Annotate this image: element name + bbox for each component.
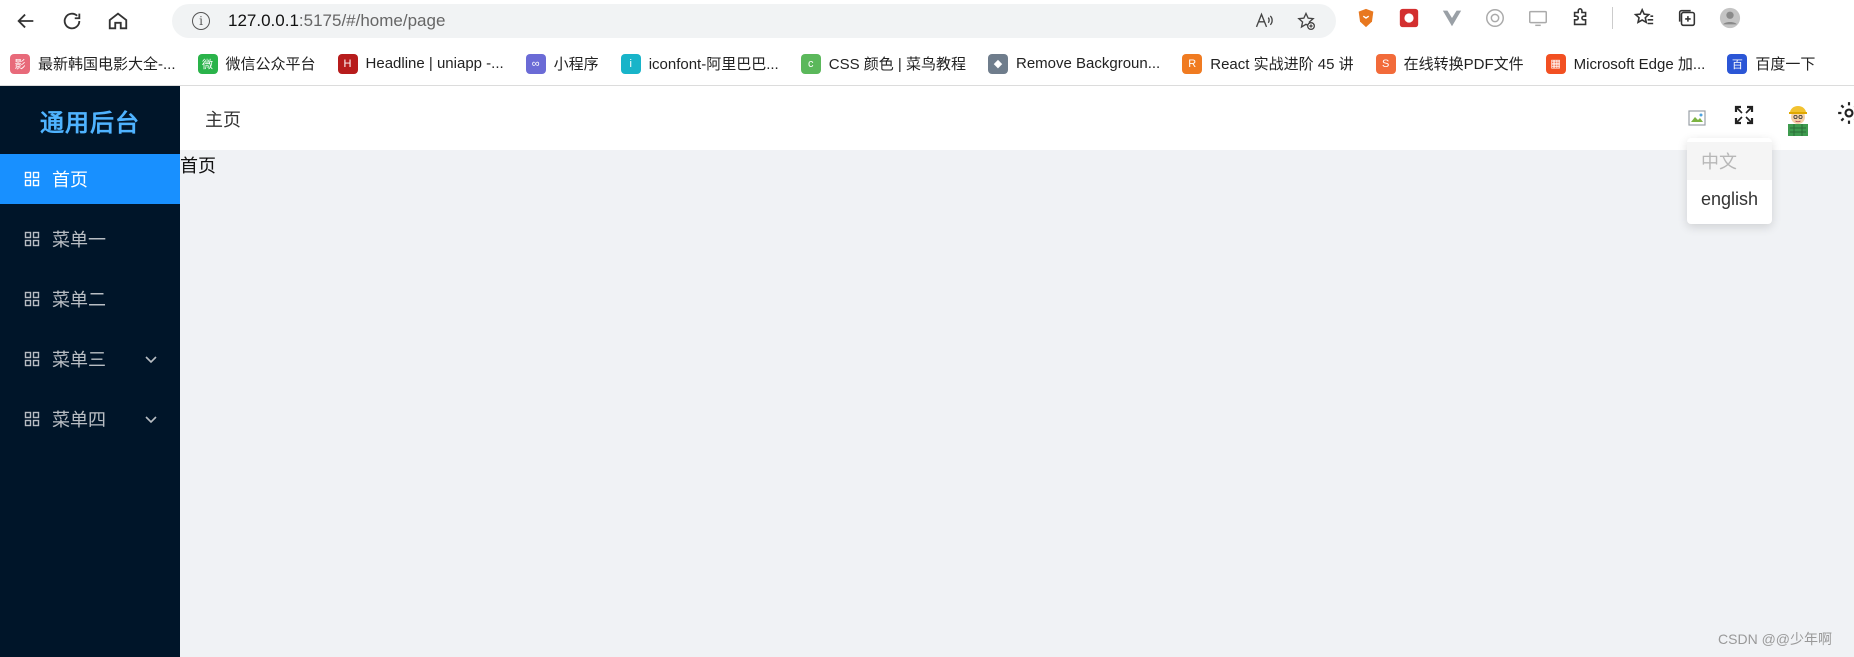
bookmark-favicon-icon: ◆	[987, 53, 1008, 74]
bookmark-favicon-icon: i	[620, 53, 641, 74]
bookmark-favicon-icon: 百	[1727, 53, 1748, 74]
bookmark-label: Microsoft Edge 加...	[1573, 56, 1706, 73]
fullscreen-icon[interactable]	[1732, 103, 1756, 127]
toolbar-divider	[1612, 7, 1613, 29]
bookmark-favicon-icon: H	[337, 53, 358, 74]
sidebar-item-label: 菜单一	[52, 230, 106, 250]
vue-icon	[1442, 10, 1462, 27]
sidebar-item-5[interactable]: 菜单四	[0, 394, 180, 444]
bookmark-favicon-icon: 微	[197, 53, 218, 74]
gear-icon[interactable]	[1836, 100, 1854, 126]
browser-toolbar: i 127.0.0.1:5175/#/home/page	[0, 0, 1854, 42]
sidebar-item-1[interactable]: 首页	[0, 154, 180, 204]
bookmark-label: 百度一下	[1755, 56, 1816, 73]
sidebar-item-label: 菜单三	[52, 350, 106, 370]
url-host: 127.0.0.1	[228, 11, 299, 30]
grid-icon	[24, 411, 40, 427]
extension-red[interactable]	[1397, 6, 1421, 30]
extension-vue[interactable]	[1440, 6, 1464, 30]
bookmark-item[interactable]: ◆ Remove Backgroun...	[987, 53, 1161, 74]
add-favorite-icon[interactable]	[1296, 11, 1316, 31]
sidebar-item-4[interactable]: 菜单三	[0, 334, 180, 384]
monitor-icon	[1529, 10, 1547, 27]
sidebar-item-2[interactable]: 菜单一	[0, 214, 180, 264]
app-logo: 通用后台	[40, 109, 140, 137]
bookmark-item[interactable]: 百百度一下	[1727, 53, 1815, 74]
bookmark-item[interactable]: H Headline | uniapp -...	[337, 53, 504, 74]
profile-avatar-icon	[1719, 7, 1741, 29]
home-icon	[108, 12, 128, 30]
language-dropdown: 中文 english	[1687, 138, 1772, 224]
bookmark-item[interactable]: S 在线转换PDF文件	[1375, 53, 1524, 74]
bookmark-label: React 实战进阶 45 讲	[1210, 56, 1354, 73]
sidebar: 通用后台 首页菜单一菜单二菜单三菜单四	[0, 86, 180, 657]
profile-button[interactable]	[1718, 6, 1742, 30]
watermark: CSDN @@少年啊	[1718, 631, 1832, 647]
lion-shield-icon	[1358, 8, 1374, 28]
bookmark-label: 最新韩国电影大全-...	[38, 56, 176, 73]
language-image-icon[interactable]	[1688, 108, 1708, 128]
grid-icon	[24, 291, 40, 307]
extension-monitor[interactable]	[1526, 6, 1550, 30]
bookmark-label: 微信公众平台	[225, 56, 316, 73]
bookmark-item[interactable]: c CSS 颜色 | 菜鸟教程	[800, 53, 966, 74]
bookmark-favicon-icon: R	[1182, 53, 1203, 74]
reload-icon	[63, 12, 81, 30]
page-content-title: 首页	[180, 156, 216, 176]
header-breadcrumb[interactable]: 主页	[205, 106, 241, 132]
collections-button[interactable]	[1675, 6, 1699, 30]
read-aloud-icon[interactable]	[1254, 11, 1274, 31]
sidebar-item-3[interactable]: 菜单二	[0, 274, 180, 324]
bookmark-label: 小程序	[553, 56, 599, 73]
collections-icon	[1678, 9, 1696, 27]
bookmark-favicon-icon: ▦	[1545, 53, 1566, 74]
bookmark-favicon-icon: ∞	[525, 53, 546, 74]
bookmark-item[interactable]: i iconfont-阿里巴巴...	[620, 53, 779, 74]
app-root: 通用后台 首页菜单一菜单二菜单三菜单四 主页 首页 中文 english CSDN…	[0, 86, 1854, 657]
bookmark-label: 在线转换PDF文件	[1403, 56, 1524, 73]
bookmark-label: Remove Backgroun...	[1015, 55, 1161, 72]
address-bar[interactable]: i 127.0.0.1:5175/#/home/page	[172, 4, 1336, 38]
bookmark-label: iconfont-阿里巴巴...	[648, 56, 779, 73]
chevron-down-icon	[145, 416, 157, 424]
red-app-icon	[1399, 8, 1419, 28]
language-option[interactable]: 中文	[1687, 142, 1772, 180]
target-icon	[1486, 9, 1504, 27]
sidebar-item-label: 首页	[52, 170, 88, 190]
language-option[interactable]: english	[1687, 180, 1772, 218]
user-avatar[interactable]	[1780, 100, 1816, 136]
extension-circle[interactable]	[1483, 6, 1507, 30]
sidebar-menu: 首页菜单一菜单二菜单三菜单四	[0, 154, 180, 444]
bookmark-item[interactable]: ▦ Microsoft Edge 加...	[1545, 53, 1706, 74]
bookmark-item[interactable]: R React 实战进阶 45 讲	[1182, 53, 1354, 74]
chevron-down-icon	[145, 356, 157, 364]
arrow-left-icon	[17, 13, 34, 29]
app-header: 主页	[180, 86, 1854, 150]
puzzle-icon	[1573, 8, 1587, 26]
extension-brave[interactable]	[1354, 6, 1378, 30]
reload-button[interactable]	[52, 3, 92, 39]
bookmark-item[interactable]: ∞ 小程序	[525, 53, 599, 74]
sidebar-item-label: 菜单四	[52, 410, 106, 430]
extensions-button[interactable]	[1569, 6, 1593, 30]
grid-icon	[24, 231, 40, 247]
bookmark-item[interactable]: 影最新韩国电影大全-...	[10, 53, 176, 74]
grid-icon	[24, 171, 40, 187]
favorites-button[interactable]	[1632, 6, 1656, 30]
back-button[interactable]	[6, 3, 46, 39]
bookmark-favicon-icon: 影	[10, 53, 30, 74]
favorites-star-icon	[1633, 7, 1654, 25]
bookmark-label: Headline | uniapp -...	[365, 55, 504, 72]
bookmark-item[interactable]: 微微信公众平台	[197, 53, 316, 74]
site-info-icon[interactable]: i	[192, 12, 210, 30]
bookmark-label: CSS 颜色 | 菜鸟教程	[828, 56, 966, 73]
sidebar-item-label: 菜单二	[52, 290, 106, 310]
extensions-bar	[1354, 6, 1742, 30]
bookmarks-bar: 影最新韩国电影大全-... 微微信公众平台 H Headline | uniapp -…	[0, 42, 1854, 86]
url-path: :5175/#/home/page	[298, 11, 446, 30]
bookmark-favicon-icon: S	[1375, 53, 1396, 74]
grid-icon	[24, 351, 40, 367]
home-button[interactable]	[98, 3, 138, 39]
bookmark-favicon-icon: c	[800, 53, 821, 74]
